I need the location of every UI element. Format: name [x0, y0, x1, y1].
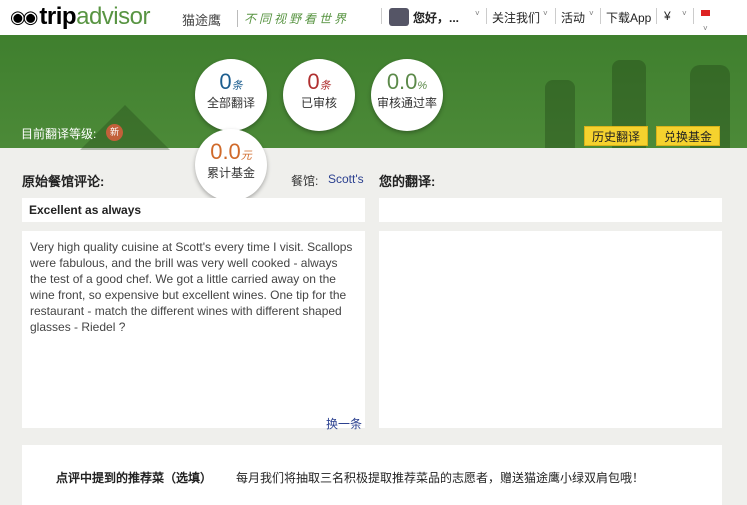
download-app-link[interactable]: 下载App — [606, 9, 651, 26]
stat-accumulated-fund: 0.0元 累计基金 — [195, 129, 267, 201]
your-translation-heading: 您的翻译: — [379, 174, 436, 189]
translation-body-input[interactable] — [379, 231, 722, 428]
level-badge-icon: 新 — [106, 124, 123, 141]
brand-text-suffix: advisor — [76, 3, 150, 30]
chevron-down-icon: ˅ — [589, 9, 594, 18]
next-review-link[interactable]: 换一条 — [326, 415, 362, 432]
original-review-heading: 原始餐馆评论: — [22, 174, 105, 189]
currency-menu[interactable]: ¥ — [664, 9, 671, 23]
review-text: Very high quality cuisine at Scott's eve… — [30, 240, 353, 334]
activity-menu[interactable]: 活动 — [561, 9, 585, 26]
user-menu[interactable]: 您好，... — [413, 9, 459, 26]
follow-us-menu[interactable]: 关注我们 — [492, 9, 540, 26]
chevron-down-icon: ˅ — [543, 9, 548, 18]
chevron-down-icon: ˅ — [703, 24, 708, 33]
redeem-fund-button[interactable]: 兑换基金 — [656, 126, 721, 146]
stat-reviewed: 0条 已审核 — [283, 59, 355, 131]
recommended-dishes-label: 点评中提到的推荐菜（选填） — [56, 471, 213, 485]
statue-decoration — [545, 80, 575, 148]
stat-total-translations: 0条 全部翻译 — [195, 59, 267, 131]
china-flag-icon[interactable] — [701, 10, 710, 16]
history-translations-button[interactable]: 历史翻译 — [584, 126, 649, 146]
review-title: Excellent as always — [22, 198, 365, 222]
translation-title-input[interactable] — [379, 198, 722, 222]
restaurant-label: 餐馆: — [291, 174, 319, 188]
top-header: ◉◉ tripadvisor 猫途鹰 不同视野看世界 您好，... ˅ 关注我们… — [0, 0, 747, 35]
review-body: Very high quality cuisine at Scott's eve… — [22, 231, 365, 428]
chevron-down-icon: ˅ — [682, 9, 687, 18]
brand-text: trip — [39, 3, 77, 30]
brand-chinese: 猫途鹰 — [182, 13, 222, 28]
owl-icon: ◉◉ — [10, 6, 38, 27]
tripadvisor-logo[interactable]: ◉◉ tripadvisor — [10, 3, 150, 31]
recommended-dishes-note: 每月我们将抽取三名积极提取推荐菜品的志愿者，赠送猫途鹰小绿双肩包哦！ — [236, 471, 645, 485]
slogan: 不同视野看世界 — [237, 10, 349, 27]
user-avatar[interactable] — [389, 8, 409, 26]
stat-approval-rate: 0.0% 审核通过率 — [371, 59, 443, 131]
chevron-down-icon[interactable]: ˅ — [475, 9, 480, 18]
translation-level-label: 目前翻译等级: — [21, 127, 97, 141]
restaurant-link[interactable]: Scott's — [328, 172, 364, 186]
recommended-dishes-section: 点评中提到的推荐菜（选填） 每月我们将抽取三名积极提取推荐菜品的志愿者，赠送猫途… — [22, 445, 722, 505]
